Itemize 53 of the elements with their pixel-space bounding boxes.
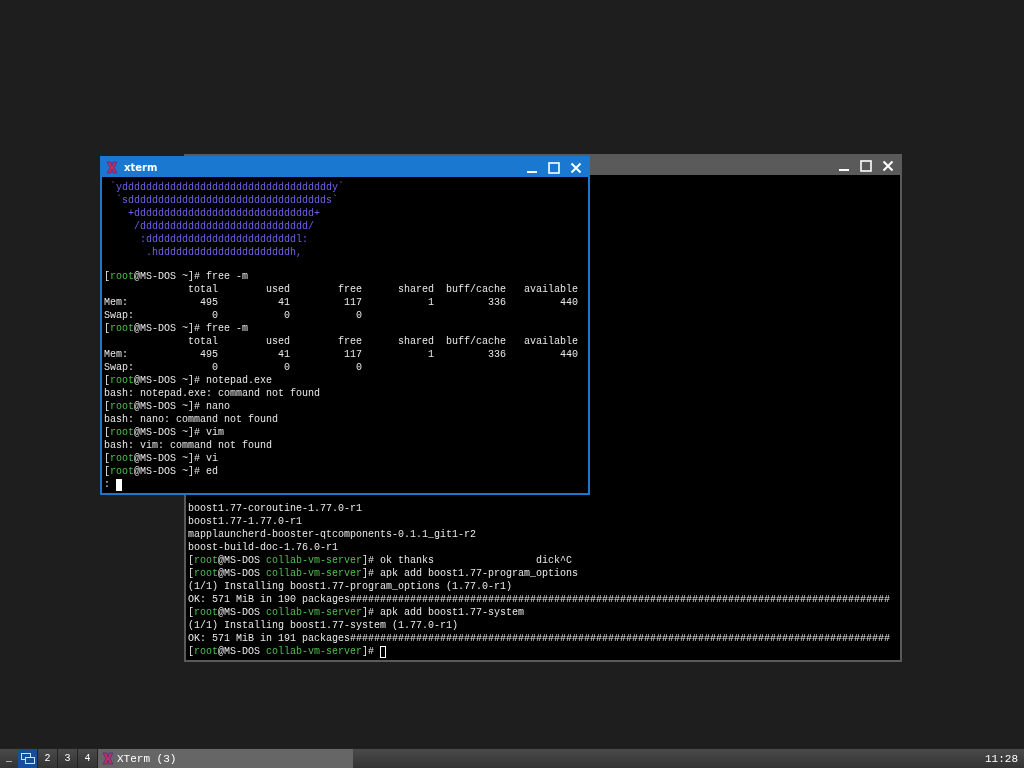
task-button[interactable]: XTerm (3) — [98, 749, 353, 768]
x-logo-icon — [102, 752, 114, 765]
windows-icon — [20, 753, 35, 764]
output-line: total used free shared buff/cache available — [187, 335, 579, 348]
minimize-icon — [839, 168, 849, 171]
output-line: Swap: 0 0 0 — [104, 309, 363, 322]
prompt-line: [root@MS-DOS collab-vm-server]# — [188, 645, 375, 658]
prompt-line: [root@MS-DOS collab-vm-server]# apk add boost1.77-system — [188, 606, 525, 619]
maximize-button[interactable] — [858, 157, 874, 174]
maximize-icon — [860, 159, 872, 172]
output-line: (1/1) Installing boost1.77-program_options (1.77.0-r1) — [188, 580, 513, 593]
ascii-logo-line: `ydddddddddddddddddddddddddddddddddddy` — [109, 181, 345, 194]
prompt-line: [root@MS-DOS ~]# vim — [104, 426, 225, 439]
output-line: Mem: 495 41 117 1 336 440 — [104, 348, 579, 361]
output-line: bash: vim: command not found — [104, 439, 273, 452]
input-prompt: : — [104, 478, 110, 491]
desktop-button[interactable]: 3 — [58, 749, 78, 768]
prompt-line: [root@MS-DOS ~]# notepad.exe — [104, 374, 273, 387]
ascii-logo-line: /dddddddddddddddddddddddddddd/ — [133, 220, 315, 233]
window-title: xterm — [124, 162, 159, 173]
prompt-line: [root@MS-DOS ~]# free -m — [104, 270, 249, 283]
output-line: (1/1) Installing boost1.77-system (1.77.0-r1) — [188, 619, 459, 632]
output-line: boost1.77-coroutine-1.77.0-r1 — [188, 502, 363, 515]
output-line: boost-build-doc-1.76.0-r1 — [188, 541, 339, 554]
prompt-line: [root@MS-DOS collab-vm-server]# apk add boost1.77-program_options — [188, 567, 579, 580]
output-line: bash: notepad.exe: command not found — [104, 387, 321, 400]
show-desktop-button[interactable]: _ — [0, 749, 18, 768]
x-logo-icon — [106, 161, 118, 174]
ascii-logo-line: :dddddddddddddddddddddddddl: — [139, 233, 309, 246]
output-line: bash: nano: command not found — [104, 413, 279, 426]
clock: 11:28 — [984, 752, 1019, 765]
output-line: total used free shared buff/cache available — [187, 283, 579, 296]
minimize-icon — [527, 170, 537, 173]
close-icon — [570, 161, 582, 174]
maximize-icon — [548, 161, 560, 174]
close-icon — [882, 159, 894, 172]
prompt-line: [root@MS-DOS ~]# ed — [104, 465, 219, 478]
output-line: OK: 571 MiB in 190 packages########################################################################################## — [188, 593, 891, 606]
output-line: mapplauncherd-booster-qtcomponents-0.1.1_git1-r2 — [188, 528, 477, 541]
desktop-button[interactable] — [18, 749, 38, 768]
output-line: Swap: 0 0 0 — [104, 361, 363, 374]
ascii-logo-line: `sddddddddddddddddddddddddddddddddds` — [115, 194, 339, 207]
prompt-line: [root@MS-DOS ~]# free -m — [104, 322, 249, 335]
prompt-line: [root@MS-DOS ~]# vi — [104, 452, 219, 465]
prompt-line: [root@MS-DOS collab-vm-server]# ok thanks dick^C — [188, 554, 573, 567]
maximize-button[interactable] — [546, 159, 562, 176]
ascii-logo-line: .hddddddddddddddddddddddh, — [145, 246, 303, 259]
output-line: OK: 571 MiB in 191 packages########################################################################################## — [188, 632, 891, 645]
desktop-button[interactable]: 2 — [38, 749, 58, 768]
output-line: boost1.77-1.77.0-r1 — [188, 515, 303, 528]
output-line: Mem: 495 41 117 1 336 440 — [104, 296, 579, 309]
prompt-line: [root@MS-DOS ~]# nano — [104, 400, 231, 413]
ascii-logo-line: +dddddddddddddddddddddddddddddd+ — [127, 207, 321, 220]
